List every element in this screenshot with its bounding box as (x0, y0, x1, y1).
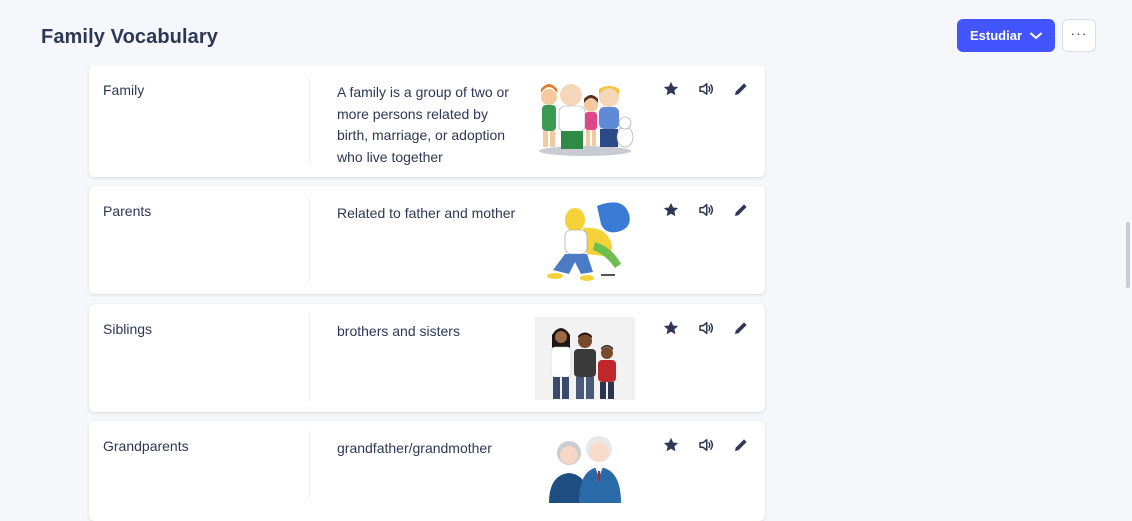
pencil-icon[interactable] (731, 79, 751, 99)
card-divider (309, 314, 310, 402)
pencil-icon[interactable] (731, 200, 751, 220)
card-actions (661, 435, 751, 455)
term-image (535, 317, 635, 400)
speaker-icon[interactable] (696, 200, 716, 220)
page-title: Family Vocabulary (41, 26, 218, 48)
definition-text: A family is a group of two or more perso… (337, 84, 509, 165)
more-options-button[interactable]: ··· (1062, 19, 1096, 52)
definition-text: Related to father and mother (337, 205, 516, 221)
study-button-label: Estudiar (969, 28, 1022, 43)
term-image (535, 198, 635, 284)
page-header: Family Vocabulary Estudiar ··· (10, 10, 1116, 66)
card-actions (661, 79, 751, 99)
scrollbar-thumb[interactable] (1126, 222, 1130, 288)
star-icon[interactable] (661, 79, 681, 99)
speaker-icon[interactable] (696, 435, 716, 455)
star-icon[interactable] (661, 318, 681, 338)
term-text: Grandparents (103, 438, 189, 454)
card-divider (309, 196, 310, 284)
card-divider (309, 431, 310, 501)
study-dropdown-button[interactable]: Estudiar (957, 19, 1055, 52)
chevron-down-icon (1030, 32, 1042, 40)
more-options-icon: ··· (1070, 24, 1088, 41)
term-card: Parents Related to father and mother (89, 186, 765, 294)
speaker-icon[interactable] (696, 318, 716, 338)
term-text: Family (103, 82, 145, 98)
pencil-icon[interactable] (731, 318, 751, 338)
speaker-icon[interactable] (696, 79, 716, 99)
definition-text: brothers and sisters (337, 323, 460, 339)
card-actions (661, 318, 751, 338)
card-divider (309, 75, 310, 163)
star-icon[interactable] (661, 435, 681, 455)
card-actions (661, 200, 751, 220)
term-card: Family A family is a group of two or mor… (89, 65, 765, 177)
star-icon[interactable] (661, 200, 681, 220)
term-card: Grandparents grandfather/grandmother (89, 421, 765, 521)
term-text: Parents (103, 203, 152, 219)
term-card: Siblings brothers and sisters (89, 304, 765, 412)
term-image (535, 79, 635, 157)
pencil-icon[interactable] (731, 435, 751, 455)
definition-text: grandfather/grandmother (337, 440, 492, 456)
term-text: Siblings (103, 321, 153, 337)
term-image (535, 433, 635, 503)
